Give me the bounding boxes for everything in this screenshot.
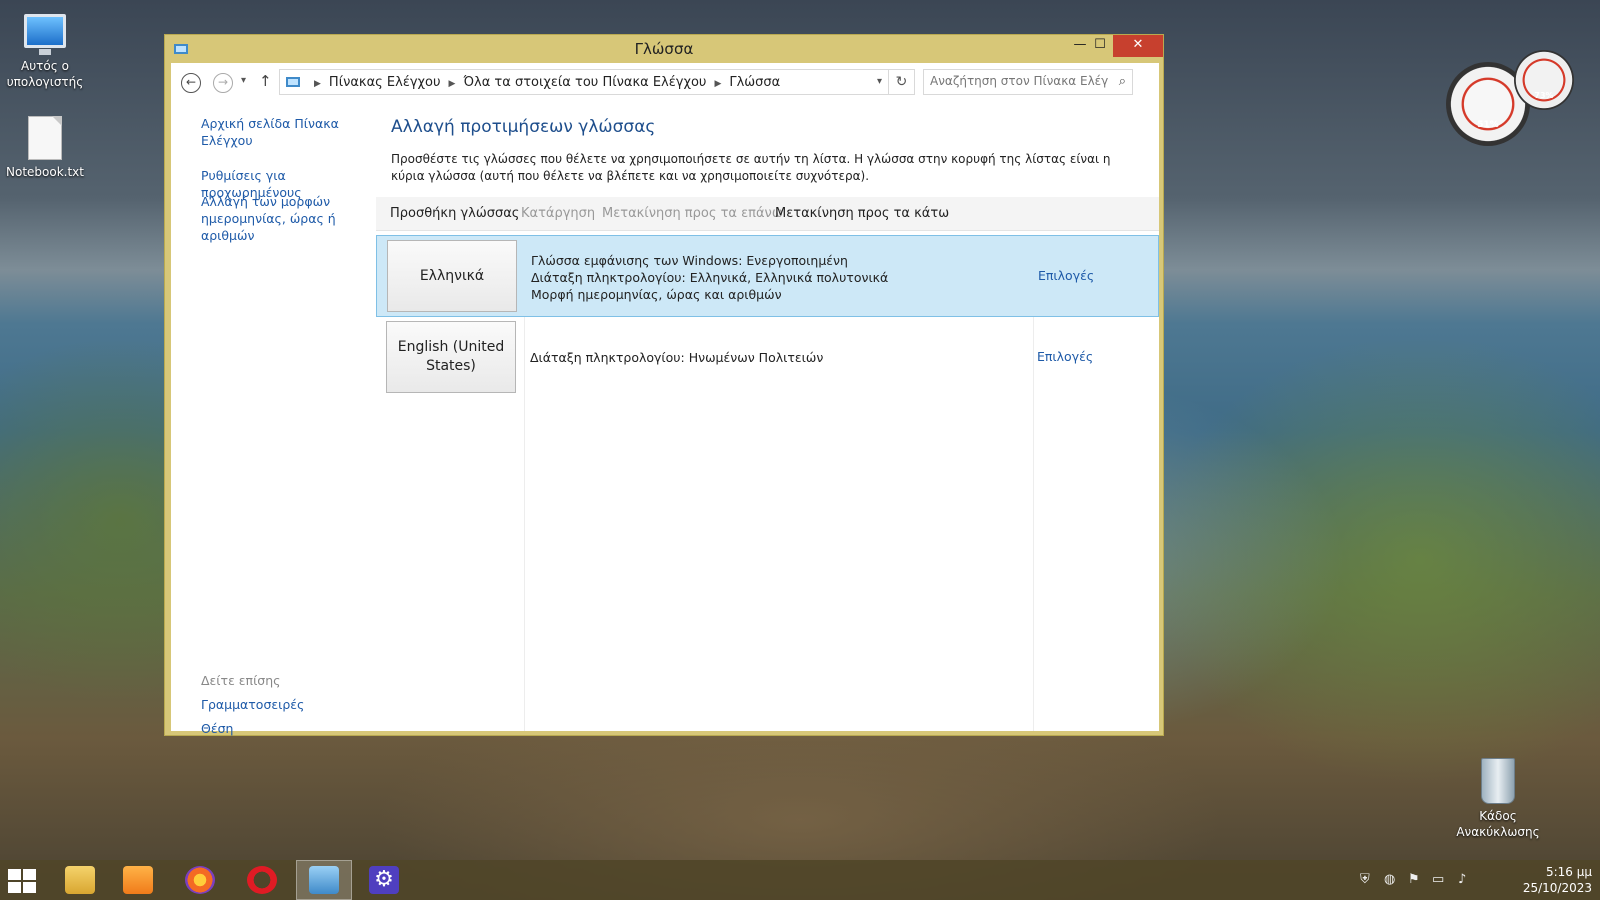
language-row-english[interactable]: English (United States) Διάταξη πληκτρολ… — [376, 317, 1159, 397]
chevron-right-icon[interactable]: ▶ — [314, 79, 321, 89]
refresh-icon[interactable]: ↻ — [889, 69, 915, 95]
search-input[interactable] — [930, 74, 1108, 88]
shield-icon[interactable]: ⛨ — [1360, 872, 1370, 887]
desktop-icon-label: Notebook.txt — [6, 165, 84, 179]
sidebar: Αρχική σελίδα Πίνακα Ελέγχου Ρυθμίσεις γ… — [171, 103, 376, 736]
main-content: Αλλαγή προτιμήσεων γλώσσας Προσθέστε τις… — [376, 103, 1159, 731]
volume-icon[interactable]: ♪ — [1458, 872, 1466, 887]
network-icon[interactable]: ▭ — [1432, 872, 1444, 887]
page-title: Αλλαγή προτιμήσεων γλώσσας — [391, 117, 656, 137]
title-bar[interactable]: Γλώσσα — ☐ ✕ — [165, 35, 1163, 63]
desktop-icon-label: Κάδος Ανακύκλωσης — [1456, 809, 1540, 839]
media-player-icon — [123, 866, 153, 894]
chevron-right-icon[interactable]: ▶ — [449, 79, 456, 89]
language-details: Γλώσσα εμφάνισης των Windows: Ενεργοποιη… — [531, 252, 888, 303]
maximize-button[interactable]: ☐ — [1085, 35, 1115, 57]
control-panel-icon — [286, 77, 300, 87]
language-details: Διάταξη πληκτρολογίου: Ηνωμένων Πολιτειώ… — [530, 349, 823, 366]
forward-arrow-icon[interactable]: → — [213, 73, 233, 93]
window-client: ← → ▾ ↑ ▶ Πίνακας Ελέγχου ▶ Όλα τα στοιχεία… — [171, 63, 1159, 736]
language-detail-line: Μορφή ημερομηνίας, ώρας και αριθμών — [531, 287, 782, 302]
address-bar: ← → ▾ ↑ ▶ Πίνακας Ελέγχου ▶ Όλα τα στοιχεία… — [171, 63, 1159, 103]
gear-icon: ⚙ — [369, 866, 399, 894]
language-detail-line: Γλώσσα εμφάνισης των Windows: Ενεργοποιη… — [531, 253, 848, 268]
language-options-link[interactable]: Επιλογές — [1037, 349, 1093, 364]
language-row-greek[interactable]: Ελληνικά Γλώσσα εμφάνισης των Windows: Ε… — [376, 235, 1159, 317]
move-up-button[interactable]: Μετακίνηση προς τα επάνω — [602, 206, 783, 221]
language-options-link[interactable]: Επιλογές — [1038, 268, 1094, 283]
taskbar-control-panel[interactable] — [296, 860, 352, 900]
language-tile[interactable]: English (United States) — [386, 321, 516, 393]
breadcrumb-all-items[interactable]: Όλα τα στοιχεία του Πίνακα Ελέγχου — [463, 75, 706, 90]
taskbar-firefox[interactable] — [172, 860, 228, 900]
taskbar-settings[interactable]: ⚙ — [356, 860, 412, 900]
see-also-heading: Δείτε επίσης — [201, 673, 281, 688]
control-panel-icon — [309, 866, 339, 894]
folder-icon — [65, 866, 95, 894]
add-language-button[interactable]: Προσθήκη γλώσσας — [390, 206, 519, 221]
chevron-right-icon[interactable]: ▶ — [714, 79, 721, 89]
sidebar-link-date-time-formats[interactable]: Αλλαγή των μορφών ημερομηνίας, ώρας ή αρ… — [201, 193, 376, 244]
taskbar-opera[interactable] — [234, 860, 290, 900]
see-also-location-link[interactable]: Θέση — [201, 721, 233, 736]
clock-date: 25/10/2023 — [1522, 881, 1592, 895]
system-clock[interactable]: 5:16 μμ 25/10/2023 — [1523, 864, 1592, 896]
cpu-percent: 51% — [1477, 120, 1499, 130]
breadcrumb[interactable]: ▶ Πίνακας Ελέγχου ▶ Όλα τα στοιχεία του Πίν… — [279, 69, 889, 95]
desktop-icon-notebook[interactable]: Notebook.txt — [0, 116, 90, 180]
breadcrumb-items: ▶ Πίνακας Ελέγχου ▶ Όλα τα στοιχεία του Πίν… — [306, 75, 780, 90]
breadcrumb-control-panel[interactable]: Πίνακας Ελέγχου — [329, 75, 441, 90]
taskbar-file-explorer[interactable] — [52, 860, 108, 900]
flag-icon[interactable]: ⚑ — [1408, 872, 1420, 887]
language-detail-line: Διάταξη πληκτρολογίου: Ηνωμένων Πολιτειώ… — [530, 350, 824, 365]
language-tile[interactable]: Ελληνικά — [387, 240, 517, 312]
firefox-icon — [185, 866, 215, 894]
close-button[interactable]: ✕ — [1113, 35, 1163, 57]
desktop-icon-recycle-bin[interactable]: Κάδος Ανακύκλωσης — [1452, 758, 1544, 840]
taskbar: ⚙ ⛨ ◍ ⚑ ▭ ♪ 5:16 μμ 25/10/2023 — [0, 860, 1600, 900]
column-divider — [1033, 317, 1034, 731]
search-box[interactable]: ⌕ — [923, 69, 1133, 95]
see-also-fonts-link[interactable]: Γραμματοσειρές — [201, 697, 304, 712]
opera-icon — [247, 866, 277, 894]
remove-button[interactable]: Κατάργηση — [521, 206, 595, 221]
address-dropdown-icon[interactable]: ▾ — [877, 76, 882, 87]
computer-icon — [24, 14, 66, 55]
sidebar-link-control-panel-home[interactable]: Αρχική σελίδα Πίνακα Ελέγχου — [201, 115, 376, 149]
taskbar-media-player[interactable] — [110, 860, 166, 900]
move-down-button[interactable]: Μετακίνηση προς τα κάτω — [775, 206, 949, 221]
memory-percent: 73% — [1534, 91, 1554, 100]
memory-meter-gadget[interactable]: 73% — [1514, 50, 1574, 110]
clock-time: 5:16 μμ — [1545, 865, 1592, 879]
window-title: Γλώσσα — [634, 40, 694, 58]
language-detail-line: Διάταξη πληκτρολογίου: Ελληνικά, Ελληνικ… — [531, 270, 889, 285]
back-arrow-icon[interactable]: ← — [181, 73, 201, 93]
desktop-icon-this-pc[interactable]: Αυτός ο υπολογιστής — [0, 14, 90, 90]
search-icon[interactable]: ⌕ — [1119, 74, 1126, 89]
breadcrumb-language[interactable]: Γλώσσα — [729, 75, 780, 90]
column-divider — [524, 317, 525, 731]
language-toolbar: Προσθήκη γλώσσας Κατάργηση Μετακίνηση πρ… — [376, 197, 1159, 231]
text-file-icon — [28, 116, 62, 160]
recycle-bin-icon — [1481, 758, 1515, 804]
desktop-icon-label: Αυτός ο υπολογιστής — [6, 59, 84, 89]
page-description: Προσθέστε τις γλώσσες που θέλετε να χρησ… — [391, 152, 1111, 183]
network-globe-icon[interactable]: ◍ — [1384, 872, 1395, 887]
language-window: Γλώσσα — ☐ ✕ ← → ▾ ↑ ▶ Πίνακας Ελέγχου ▶ Όλ… — [164, 34, 1164, 736]
recent-locations-chevron-icon[interactable]: ▾ — [241, 75, 246, 86]
windows-start-icon[interactable] — [8, 869, 38, 893]
up-arrow-icon[interactable]: ↑ — [259, 72, 272, 90]
